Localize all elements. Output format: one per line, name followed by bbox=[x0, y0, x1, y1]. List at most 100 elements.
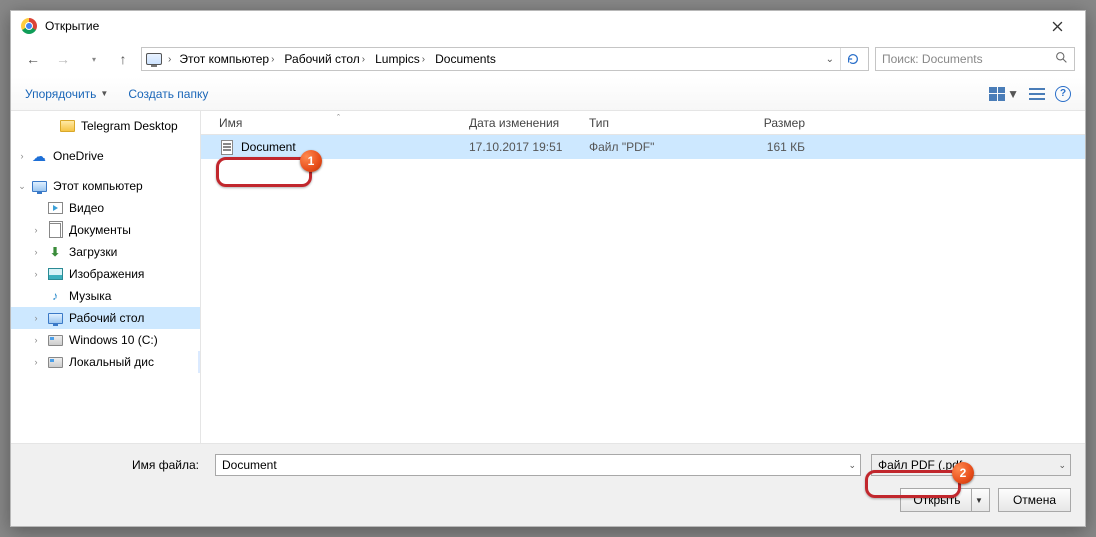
desktop-icon bbox=[47, 310, 63, 326]
address-bar[interactable]: › Этот компьютер › Рабочий стол › Lumpic… bbox=[141, 47, 869, 71]
tree-item-pictures[interactable]: › Изображения bbox=[11, 263, 200, 285]
tree-item-label: Windows 10 (C:) bbox=[69, 333, 158, 347]
chevron-right-icon: › bbox=[362, 54, 365, 65]
file-type: Файл "PDF" bbox=[589, 140, 729, 154]
column-header-type[interactable]: Тип bbox=[589, 116, 729, 130]
tree-item-documents[interactable]: › Документы bbox=[11, 219, 200, 241]
expand-icon[interactable]: › bbox=[31, 357, 41, 367]
breadcrumb[interactable]: Рабочий стол › bbox=[282, 48, 367, 70]
expand-icon[interactable]: › bbox=[31, 225, 41, 235]
disk-icon bbox=[47, 332, 63, 348]
pc-icon bbox=[146, 51, 162, 67]
tree-item-label: Рабочий стол bbox=[69, 311, 144, 325]
close-button[interactable] bbox=[1035, 12, 1079, 40]
back-button[interactable]: ← bbox=[21, 45, 45, 73]
tree-item-videos[interactable]: Видео bbox=[11, 197, 200, 219]
main-area: Telegram Desktop › ☁ OneDrive ⌄ Этот ком… bbox=[11, 111, 1085, 443]
tree-item-label: Загрузки bbox=[69, 245, 117, 259]
tree-item-downloads[interactable]: › ⬇ Загрузки bbox=[11, 241, 200, 263]
view-details-button[interactable] bbox=[1029, 87, 1045, 101]
new-folder-button[interactable]: Создать папку bbox=[128, 87, 208, 101]
tree-item-label: Локальный дис bbox=[69, 355, 154, 369]
search-icon bbox=[1055, 51, 1068, 67]
open-dropdown[interactable]: ▼ bbox=[971, 489, 987, 511]
chevron-down-icon: ▼ bbox=[1007, 87, 1019, 101]
refresh-button[interactable] bbox=[840, 48, 864, 70]
chevron-down-icon[interactable]: ⌄ bbox=[1058, 460, 1066, 471]
chevron-down-icon[interactable]: ⌄ bbox=[848, 460, 856, 471]
file-list-area: Имя ˆ Дата изменения Тип Размер Document… bbox=[201, 111, 1085, 443]
column-headers: Имя ˆ Дата изменения Тип Размер bbox=[201, 111, 1085, 135]
search-input[interactable]: Поиск: Documents bbox=[875, 47, 1075, 71]
filename-value: Document bbox=[222, 458, 277, 472]
onedrive-icon: ☁ bbox=[31, 148, 47, 164]
up-button[interactable]: ↑ bbox=[111, 45, 135, 73]
breadcrumb[interactable]: Lumpics › bbox=[373, 48, 427, 70]
file-name: Document bbox=[241, 140, 469, 154]
tree-item-telegram[interactable]: Telegram Desktop bbox=[11, 115, 200, 137]
file-type-filter[interactable]: Файл PDF (.pdf ⌄ bbox=[871, 454, 1071, 476]
recent-locations-button[interactable]: ▾ bbox=[81, 45, 105, 73]
cancel-button[interactable]: Отмена bbox=[998, 488, 1071, 512]
tree-item-local-disk[interactable]: › Локальный дис bbox=[11, 351, 200, 373]
tree-item-desktop[interactable]: › Рабочий стол bbox=[11, 307, 200, 329]
column-label: Тип bbox=[589, 116, 609, 130]
breadcrumb-label: Этот компьютер bbox=[179, 52, 269, 66]
chevron-down-icon: ▼ bbox=[100, 89, 108, 98]
tree-item-label: Telegram Desktop bbox=[81, 119, 178, 133]
new-folder-label: Создать папку bbox=[128, 87, 208, 101]
tree-item-music[interactable]: ♪ Музыка bbox=[11, 285, 200, 307]
tree-item-label: Изображения bbox=[69, 267, 144, 281]
tree-item-label: Документы bbox=[69, 223, 131, 237]
expand-icon[interactable]: › bbox=[31, 335, 41, 345]
column-header-size[interactable]: Размер bbox=[729, 116, 829, 130]
tree-item-label: Видео bbox=[69, 201, 104, 215]
tree-item-label: OneDrive bbox=[53, 149, 104, 163]
breadcrumb[interactable]: Documents bbox=[433, 48, 498, 70]
open-dialog-window: Открытие ← → ▾ ↑ › Этот компьютер › Рабо… bbox=[10, 10, 1086, 527]
column-header-date[interactable]: Дата изменения bbox=[469, 116, 589, 130]
pictures-icon bbox=[47, 266, 63, 282]
collapse-icon[interactable]: ⌄ bbox=[17, 181, 27, 192]
expand-icon[interactable]: › bbox=[17, 151, 27, 161]
video-icon bbox=[47, 200, 63, 216]
filename-input[interactable]: Document ⌄ bbox=[215, 454, 861, 476]
documents-icon bbox=[47, 222, 63, 238]
filename-label: Имя файла: bbox=[25, 458, 205, 472]
forward-button[interactable]: → bbox=[51, 45, 75, 73]
help-button[interactable]: ? bbox=[1055, 86, 1071, 102]
titlebar: Открытие bbox=[11, 11, 1085, 41]
expand-icon[interactable]: › bbox=[31, 313, 41, 323]
open-button[interactable]: Открыть ▼ bbox=[900, 488, 990, 512]
column-header-name[interactable]: Имя ˆ bbox=[219, 116, 469, 130]
tree-item-label: Музыка bbox=[69, 289, 111, 303]
tree-item-disk-c[interactable]: › Windows 10 (C:) bbox=[11, 329, 200, 351]
view-tiles-button[interactable]: ▼ bbox=[989, 87, 1019, 101]
organize-menu[interactable]: Упорядочить ▼ bbox=[25, 87, 108, 101]
navigation-bar: ← → ▾ ↑ › Этот компьютер › Рабочий стол … bbox=[11, 41, 1085, 77]
file-date: 17.10.2017 19:51 bbox=[469, 140, 589, 154]
tiles-icon bbox=[989, 87, 1005, 101]
breadcrumb-label: Рабочий стол bbox=[284, 52, 359, 66]
file-size: 161 КБ bbox=[729, 140, 829, 154]
chevron-down-icon[interactable]: ⌄ bbox=[826, 54, 834, 65]
open-label: Открыть bbox=[903, 493, 970, 507]
breadcrumb[interactable]: Этот компьютер › bbox=[177, 48, 276, 70]
column-label: Имя bbox=[219, 116, 242, 130]
sort-asc-icon: ˆ bbox=[337, 113, 340, 123]
refresh-icon bbox=[846, 52, 860, 66]
navigation-tree[interactable]: Telegram Desktop › ☁ OneDrive ⌄ Этот ком… bbox=[11, 111, 201, 443]
tree-item-onedrive[interactable]: › ☁ OneDrive bbox=[11, 145, 200, 167]
footer: Имя файла: Document ⌄ Файл PDF (.pdf ⌄ О… bbox=[11, 443, 1085, 526]
expand-icon[interactable]: › bbox=[31, 269, 41, 279]
expand-icon[interactable]: › bbox=[31, 247, 41, 257]
pdf-file-icon bbox=[219, 139, 235, 155]
toolbar: Упорядочить ▼ Создать папку ▼ ? bbox=[11, 77, 1085, 111]
breadcrumb-label: Lumpics bbox=[375, 52, 420, 66]
cancel-label: Отмена bbox=[1013, 493, 1056, 507]
chevron-right-icon: › bbox=[422, 54, 425, 65]
window-title: Открытие bbox=[45, 19, 99, 33]
chevron-right-icon: › bbox=[168, 54, 171, 65]
file-row[interactable]: Document 17.10.2017 19:51 Файл "PDF" 161… bbox=[201, 135, 1085, 159]
tree-item-this-pc[interactable]: ⌄ Этот компьютер bbox=[11, 175, 200, 197]
